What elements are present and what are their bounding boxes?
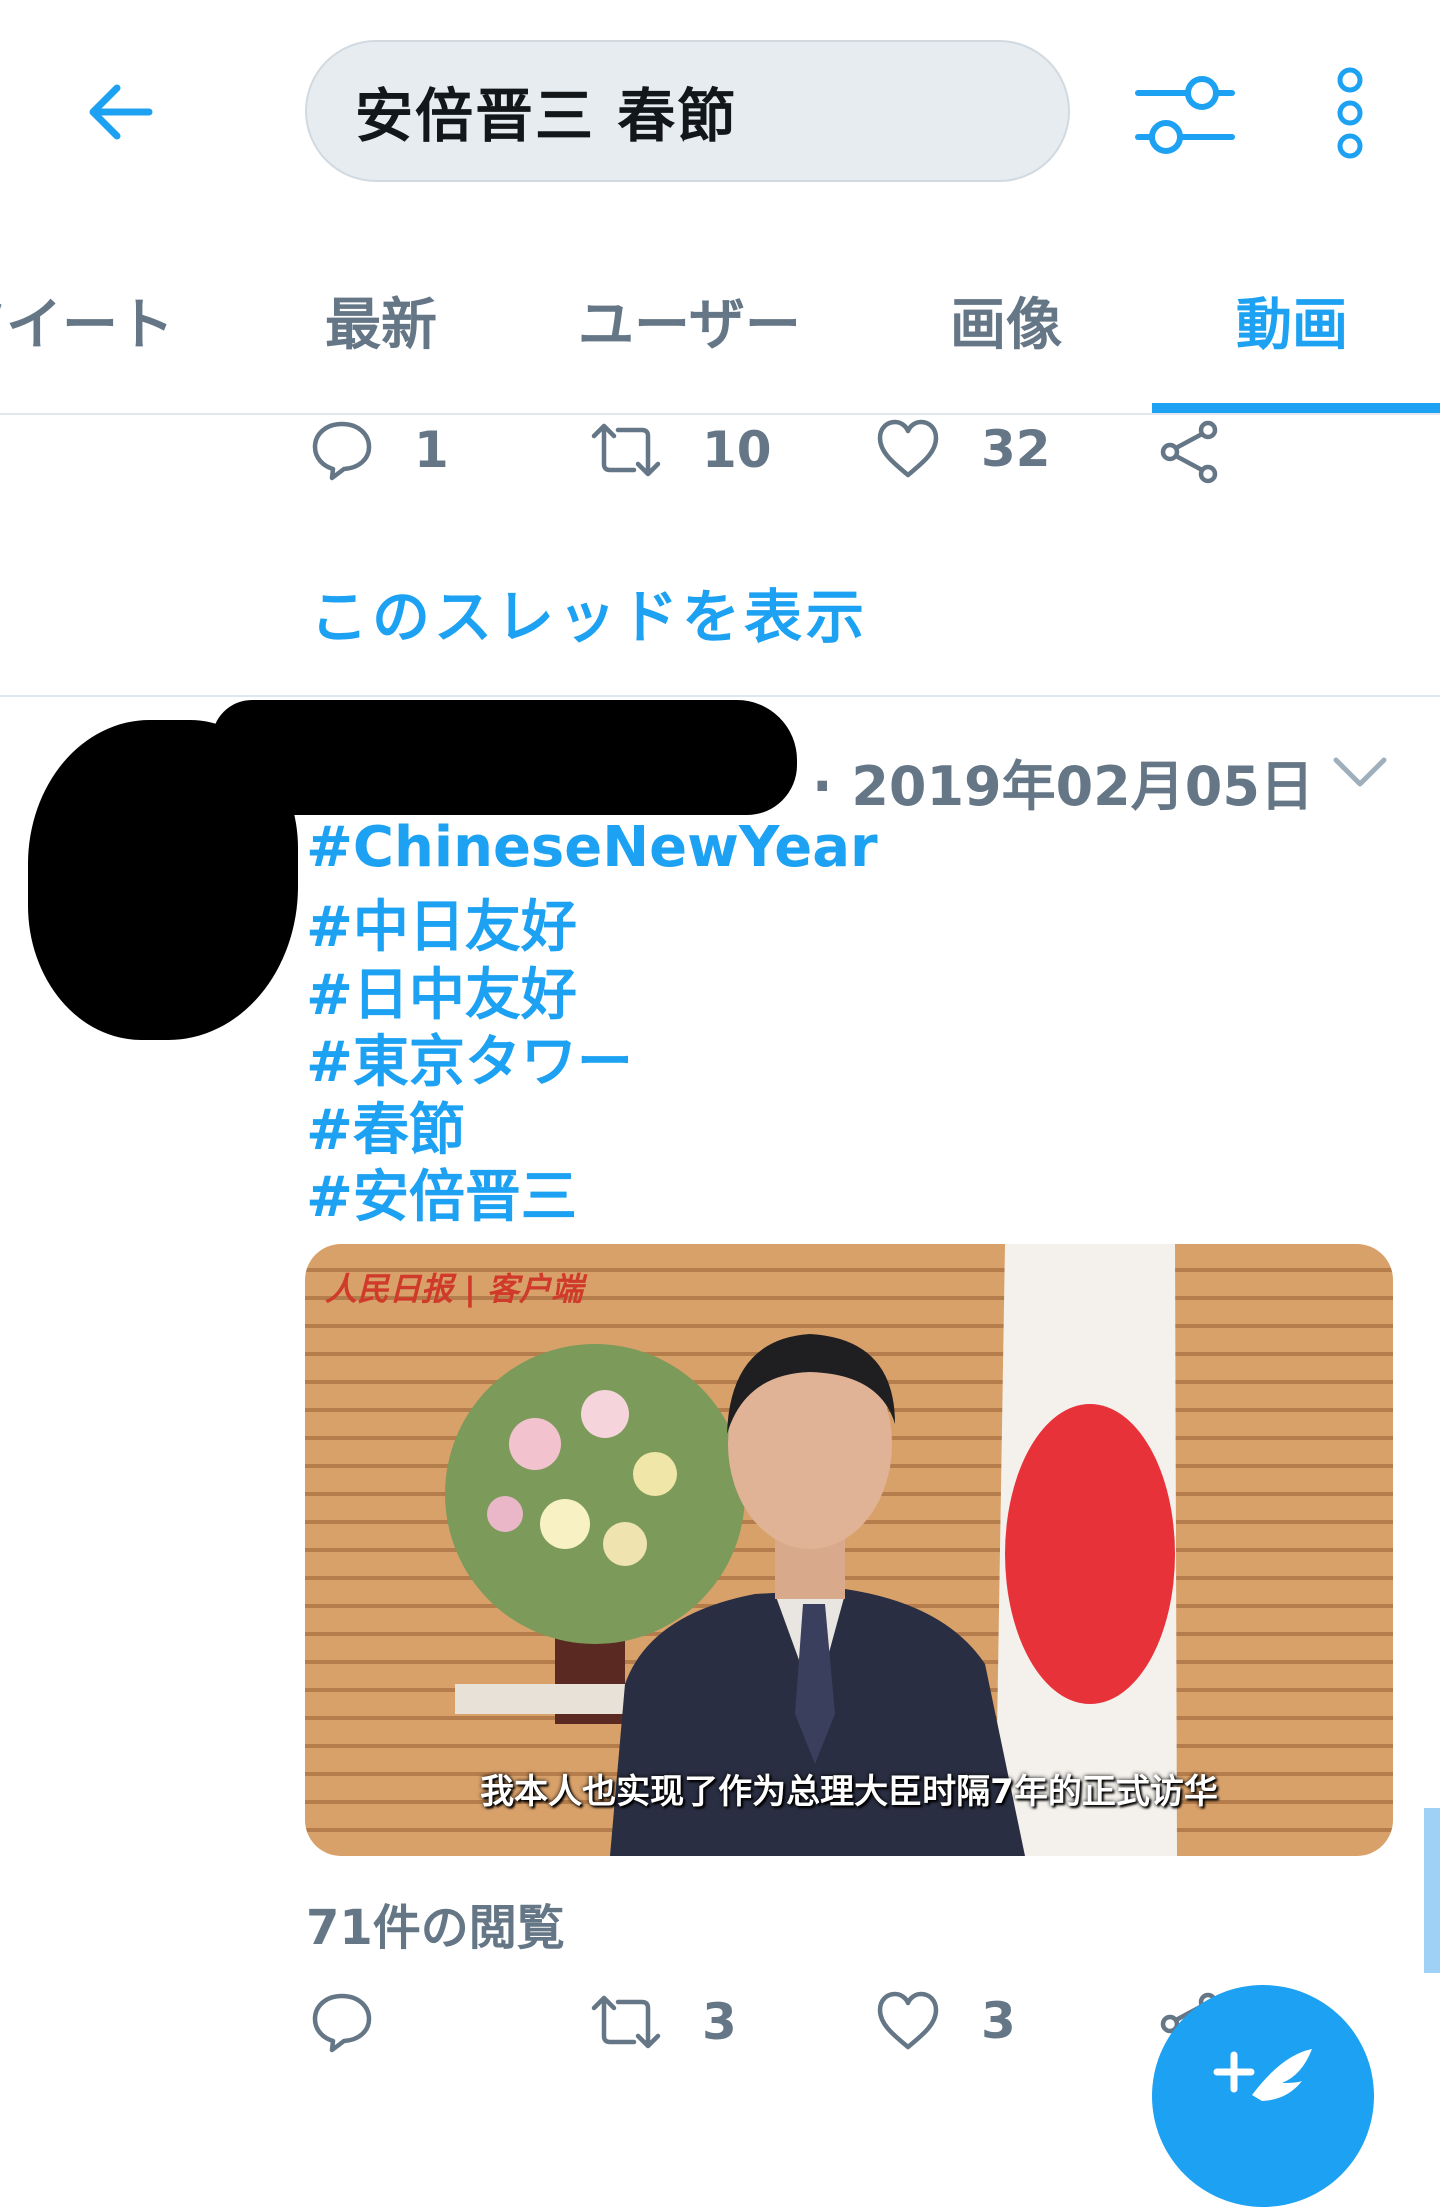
tab-tweets[interactable]: ツイート	[0, 280, 174, 361]
compose-tweet-button[interactable]	[1152, 1985, 1374, 2207]
reply-button[interactable]	[310, 1990, 374, 2054]
search-tabs: ツイート 最新 ユーザー 画像 動画	[0, 250, 1440, 415]
video-thumbnail[interactable]: 人民日报 | 客户端 我本人也实现了作为总理大臣时隔7年的正式访华	[305, 1244, 1393, 1856]
reply-icon	[312, 421, 372, 481]
more-vertical-icon	[1337, 67, 1363, 159]
back-arrow-icon	[89, 84, 153, 140]
reply-count: 1	[414, 421, 449, 479]
tweet-date: · 2019年02月05日	[812, 755, 1314, 818]
redaction-mark	[212, 700, 797, 815]
retweet-button[interactable]: 3	[590, 1990, 737, 2054]
tab-latest[interactable]: 最新	[325, 280, 437, 361]
tweet-divider	[0, 695, 1440, 697]
view-count: 71件の閲覧	[306, 1900, 565, 1956]
like-icon	[877, 1991, 939, 2050]
search-input[interactable]: 安倍晋三 春節	[305, 40, 1070, 182]
back-button[interactable]	[70, 62, 170, 162]
hashtag[interactable]: #安倍晋三	[306, 1152, 577, 1233]
tab-users[interactable]: ユーザー	[578, 280, 801, 361]
like-button[interactable]: 3	[875, 1990, 1016, 2052]
like-count: 3	[981, 1992, 1016, 2050]
tab-videos[interactable]: 動画	[1236, 280, 1348, 361]
show-thread-link[interactable]: このスレッドを表示	[310, 570, 868, 654]
compose-icon	[1213, 2049, 1312, 2101]
scrollbar-thumb[interactable]	[1424, 1808, 1440, 1973]
retweet-button[interactable]: 10	[590, 418, 772, 482]
hashtag[interactable]: #ChineseNewYear	[306, 815, 878, 880]
chevron-down-icon	[1333, 757, 1387, 787]
like-icon	[877, 419, 939, 478]
reply-button[interactable]: 1	[310, 418, 449, 482]
retweet-count: 10	[702, 421, 772, 479]
video-subtitle: 我本人也实现了作为总理大臣时隔7年的正式访华	[480, 1772, 1218, 1812]
more-options-button[interactable]	[1310, 60, 1390, 170]
like-button[interactable]: 32	[875, 418, 1051, 480]
share-icon	[1160, 420, 1218, 484]
retweet-count: 3	[702, 1993, 737, 2051]
tab-images[interactable]: 画像	[950, 280, 1062, 361]
active-tab-indicator	[1152, 403, 1440, 413]
share-button[interactable]	[1158, 420, 1222, 484]
search-query: 安倍晋三 春節	[355, 82, 738, 150]
top-bar: 安倍晋三 春節	[0, 0, 1440, 210]
video-watermark: 人民日报 | 客户端	[325, 1270, 583, 1308]
retweet-icon	[591, 1995, 661, 2049]
retweet-icon	[591, 423, 661, 477]
search-filter-button[interactable]	[1130, 65, 1240, 165]
filter-icon	[1135, 76, 1235, 154]
tweet-menu-button[interactable]	[1330, 752, 1390, 792]
like-count: 32	[981, 420, 1051, 478]
reply-icon	[312, 1993, 372, 2053]
